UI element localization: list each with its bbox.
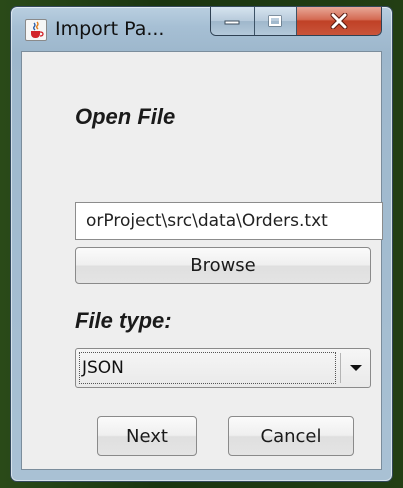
cancel-button[interactable]: Cancel — [228, 416, 354, 456]
maximize-button[interactable] — [254, 7, 297, 35]
file-type-dropdown[interactable]: JSON — [75, 348, 371, 388]
chevron-down-icon[interactable] — [348, 360, 364, 376]
minimize-button[interactable] — [211, 7, 255, 35]
dropdown-separator — [340, 353, 341, 383]
file-type-heading: File type: — [75, 308, 172, 333]
caption-buttons — [210, 7, 382, 36]
maximize-icon — [268, 15, 282, 27]
close-icon — [330, 13, 348, 29]
import-dialog-window: Import Pa... Open File orProject\src\dat… — [10, 6, 393, 482]
browse-button[interactable]: Browse — [75, 247, 371, 284]
java-cup-icon — [25, 19, 47, 41]
file-path-field[interactable]: orProject\src\data\Orders.txt — [75, 202, 383, 240]
window-title: Import Pa... — [55, 18, 165, 40]
dialog-content: Open File orProject\src\data\Orders.txt … — [21, 51, 383, 470]
file-type-selected-value: JSON — [79, 352, 336, 384]
close-button[interactable] — [297, 7, 381, 35]
title-bar[interactable]: Import Pa... — [11, 7, 392, 51]
next-button[interactable]: Next — [97, 416, 197, 456]
minimize-icon — [224, 20, 240, 25]
open-file-heading: Open File — [75, 104, 176, 129]
